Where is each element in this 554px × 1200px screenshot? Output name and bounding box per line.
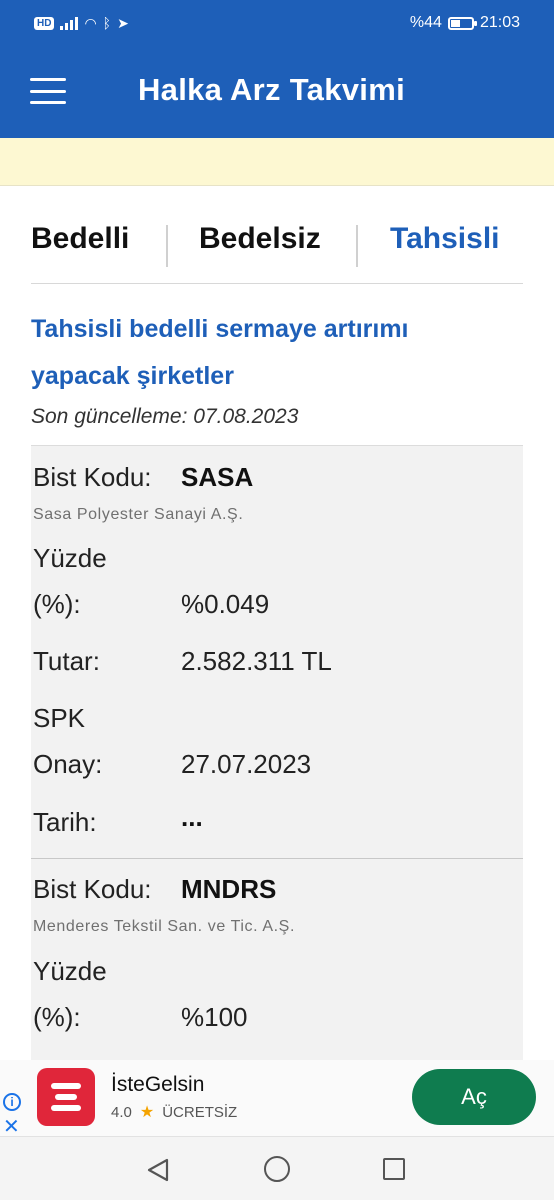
tab-bedelsiz[interactable]: Bedelsiz: [199, 222, 321, 256]
star-icon: ★: [139, 1104, 155, 1121]
percent-label-1: Yüzde: [33, 543, 107, 573]
heading-line-2: yapacak şirketler: [31, 362, 234, 390]
spk-label-2: Onay:: [33, 749, 103, 779]
tab-divider: [356, 225, 358, 267]
bluetooth-icon: ᛒ: [102, 15, 112, 31]
notice-banner: [0, 138, 554, 186]
status-bar: HD ◠ ᛒ ➤ %44 21:03: [0, 0, 554, 46]
ad-rating: 4.0: [111, 1103, 132, 1121]
wifi-icon: ◠: [84, 14, 97, 31]
hamburger-menu-icon[interactable]: [30, 78, 66, 104]
hd-badge: HD: [34, 16, 55, 30]
tab-tahsisli[interactable]: Tahsisli: [390, 222, 499, 256]
battery-fill: [450, 19, 460, 27]
amount-value: 2.582.311 TL: [181, 646, 332, 676]
tab-bedelli[interactable]: Bedelli: [31, 222, 129, 256]
recent-apps-icon[interactable]: [383, 1158, 405, 1180]
back-icon[interactable]: [145, 1157, 171, 1183]
ad-app-name: İsteGelsin: [111, 1073, 205, 1096]
system-nav-bar: [0, 1136, 554, 1200]
signal-icon: [60, 16, 79, 30]
battery-icon: [447, 16, 477, 30]
ad-meta: 4.0 ★ ÜCRETSİZ: [111, 1102, 237, 1122]
spk-label-3: Tarih:: [33, 807, 97, 837]
ad-info-icon[interactable]: i: [3, 1093, 21, 1111]
bist-code-label: Bist Kodu:: [33, 874, 152, 904]
amount-label: Tutar:: [33, 646, 100, 676]
last-updated: Son güncelleme: 07.08.2023: [31, 405, 299, 428]
percent-label-2: (%):: [33, 589, 81, 619]
company-name: Menderes Tekstil San. ve Tic. A.Ş.: [33, 918, 295, 935]
spk-label-1: SPK: [33, 703, 86, 733]
spk-date-value: 27.07.2023: [181, 749, 312, 779]
heading-line-1: Tahsisli bedelli sermaye artırımı: [31, 315, 409, 343]
ad-open-button[interactable]: Aç: [412, 1069, 536, 1125]
status-left: HD ◠ ᛒ ➤: [34, 15, 129, 32]
telegram-icon: ➤: [117, 14, 129, 31]
home-icon[interactable]: [264, 1156, 290, 1182]
bist-code-label: Bist Kodu:: [33, 462, 152, 492]
tab-bar: Bedelli Bedelsiz Tahsisli: [31, 222, 523, 284]
status-right: %44 21:03: [410, 14, 520, 32]
app-bar: Halka Arz Takvimi: [0, 46, 554, 138]
company-name: Sasa Polyester Sanayi A.Ş.: [33, 506, 244, 523]
percent-label-2: (%):: [33, 1002, 81, 1032]
clock: 21:03: [479, 14, 520, 31]
ad-banner[interactable]: i ✕ İsteGelsin 4.0 ★ ÜCRETSİZ Aç: [0, 1060, 554, 1138]
percent-label-1: Yüzde: [33, 956, 107, 986]
app-title: Halka Arz Takvimi: [138, 72, 405, 107]
section-heading: Tahsisli bedelli sermaye artırımı yapaca…: [31, 306, 501, 400]
company-list: Bist Kodu: SASA Sasa Polyester Sanayi A.…: [31, 445, 523, 1060]
battery-percent: %44: [409, 14, 442, 31]
tab-divider: [166, 225, 168, 267]
percent-value: %0.049: [181, 589, 270, 619]
istegelsin-logo: [37, 1068, 95, 1126]
date-value: ...: [181, 802, 203, 832]
percent-value: %100: [181, 1002, 248, 1032]
ad-price: ÜCRETSİZ: [162, 1103, 238, 1121]
entry-divider: [31, 858, 523, 859]
bist-code-value: MNDRS: [181, 874, 277, 904]
bist-code-value: SASA: [181, 462, 254, 492]
